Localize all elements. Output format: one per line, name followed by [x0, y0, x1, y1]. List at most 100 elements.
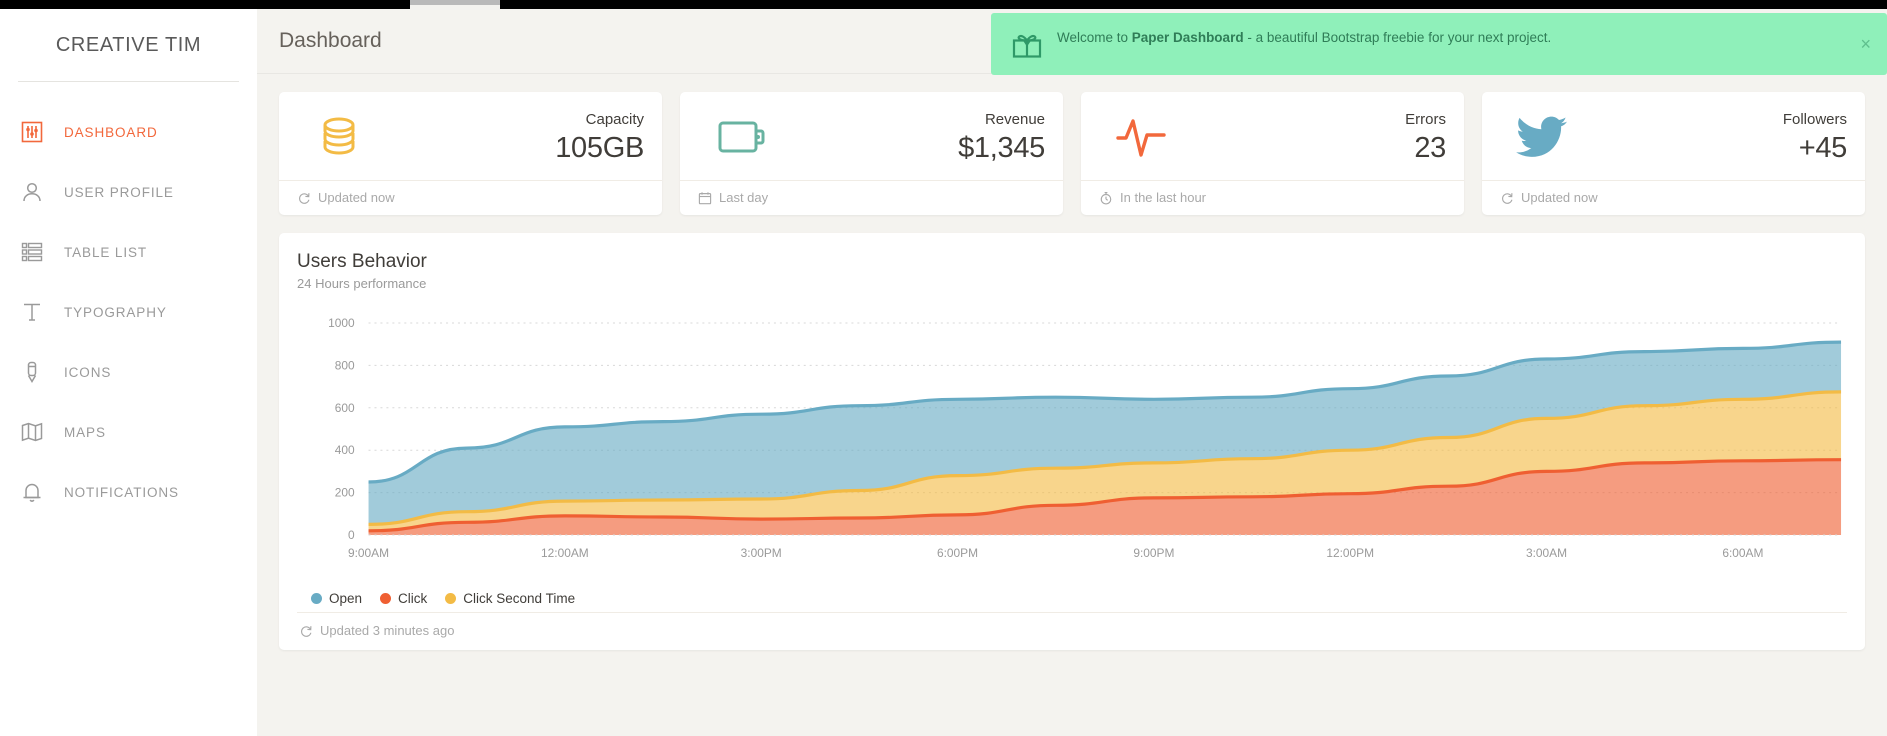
legend-label: Click [398, 591, 428, 606]
legend-item[interactable]: Open [311, 591, 362, 606]
stat-values: Capacity 105GB [381, 110, 644, 166]
welcome-alert: Welcome to Paper Dashboard - a beautiful… [991, 13, 1887, 75]
stat-body: Followers +45 [1482, 92, 1865, 180]
database-icon [297, 111, 381, 165]
browser-chrome-strip-right [500, 0, 1887, 9]
user-icon [20, 180, 64, 204]
stat-label: Capacity [585, 111, 644, 128]
sidebar-item-notifications[interactable]: NOTIFICATIONS [0, 462, 257, 522]
sidebar: CREATIVE TIM DASHBOARD USER PROFILE TABL… [0, 9, 257, 736]
sidebar-item-dashboard[interactable]: DASHBOARD [0, 102, 257, 162]
refresh-icon [299, 624, 313, 638]
stat-values: Revenue $1,345 [782, 110, 1045, 166]
dashboard-screen: CREATIVE TIM DASHBOARD USER PROFILE TABL… [0, 0, 1887, 736]
content-area: Capacity 105GB Updated now Revenue $1,34… [257, 74, 1887, 650]
alert-bold: Paper Dashboard [1131, 30, 1244, 45]
list-icon [20, 240, 64, 264]
x-axis-tick-label: 6:00PM [937, 546, 978, 560]
alert-prefix: Welcome to [1057, 30, 1132, 45]
stat-label: Errors [1405, 111, 1446, 128]
stat-footer: In the last hour [1081, 180, 1464, 215]
stat-footer-text: In the last hour [1120, 190, 1206, 205]
x-axis-tick-label: 12:00PM [1326, 546, 1374, 560]
sidebar-nav: DASHBOARD USER PROFILE TABLE LIST TYPOGR… [0, 82, 257, 522]
x-axis-tick-label: 9:00PM [1133, 546, 1174, 560]
stat-footer-text: Updated now [318, 190, 395, 205]
stat-footer: Last day [680, 180, 1063, 215]
map-icon [20, 420, 64, 444]
stat-value: 23 [1414, 132, 1446, 164]
legend-label: Click Second Time [463, 591, 576, 606]
stat-card-revenue[interactable]: Revenue $1,345 Last day [680, 92, 1063, 215]
bell-icon [20, 480, 64, 504]
stat-values: Errors 23 [1183, 110, 1446, 166]
legend-item[interactable]: Click Second Time [445, 591, 575, 606]
stat-card-followers[interactable]: Followers +45 Updated now [1482, 92, 1865, 215]
chart-footer-text: Updated 3 minutes ago [320, 623, 455, 638]
chart-plot: 0 200 400 600 800 1000 9:00AM 12:00AM 3:00PM 6:00… [297, 309, 1847, 577]
sidebar-item-maps[interactable]: MAPS [0, 402, 257, 462]
stat-footer-text: Last day [719, 190, 769, 205]
sidebar-item-label: DASHBOARD [64, 124, 158, 140]
sidebar-item-label: NOTIFICATIONS [64, 484, 179, 500]
sidebar-item-label: ICONS [64, 364, 112, 380]
legend-color-swatch [380, 593, 392, 604]
area-chart-svg: 0 200 400 600 800 1000 9:00AM 12:00AM 3:00PM 6:00… [328, 316, 1842, 560]
stat-cards-row: Capacity 105GB Updated now Revenue $1,34… [279, 92, 1865, 215]
x-axis-tick-label: 9:00AM [348, 546, 389, 560]
legend-color-swatch [445, 593, 457, 604]
stat-body: Errors 23 [1081, 92, 1464, 180]
calendar-icon [698, 191, 712, 205]
x-axis-tick-label: 12:00AM [541, 546, 589, 560]
refresh-icon [1500, 191, 1514, 205]
close-icon[interactable]: × [1860, 35, 1871, 53]
main-area: Dashboard Capacity 105GB Updated now Rev… [257, 9, 1887, 736]
chart-subtitle: 24 Hours performance [297, 276, 427, 291]
browser-chrome-strip-mid [410, 0, 500, 5]
stat-value: $1,345 [958, 132, 1045, 164]
stat-footer: Updated now [1482, 180, 1865, 215]
sidebar-item-icons[interactable]: ICONS [0, 342, 257, 402]
x-axis-tick-label: 6:00AM [1722, 546, 1763, 560]
pulse-icon [1099, 113, 1183, 163]
sidebar-item-label: TABLE LIST [64, 244, 148, 260]
stat-card-capacity[interactable]: Capacity 105GB Updated now [279, 92, 662, 215]
stat-label: Revenue [984, 111, 1045, 128]
stat-body: Capacity 105GB [279, 92, 662, 180]
sidebar-item-label: USER PROFILE [64, 184, 174, 200]
clock-icon [1099, 191, 1113, 205]
stat-value: 105GB [555, 132, 644, 164]
sidebar-item-table-list[interactable]: TABLE LIST [0, 222, 257, 282]
chart-title: Users Behavior [297, 251, 427, 272]
users-behavior-chart-card: Users Behavior 24 Hours performance 0 200… [279, 233, 1865, 650]
stat-value: +45 [1798, 132, 1848, 164]
alert-message: Welcome to Paper Dashboard - a beautiful… [1047, 26, 1551, 47]
sidebar-item-typography[interactable]: TYPOGRAPHY [0, 282, 257, 342]
stat-footer-text: Updated now [1521, 190, 1598, 205]
twitter-icon [1500, 115, 1584, 161]
refresh-icon [297, 191, 311, 205]
pencil-icon [20, 360, 64, 384]
page-title: Dashboard [279, 29, 382, 52]
sidebar-item-user-profile[interactable]: USER PROFILE [0, 162, 257, 222]
alert-suffix: - a beautiful Bootstrap freebie for your… [1243, 30, 1552, 45]
wallet-icon [698, 113, 782, 163]
y-axis-tick-label: 0 [348, 528, 355, 542]
sidebar-item-label: TYPOGRAPHY [64, 304, 167, 320]
sliders-icon [20, 120, 64, 144]
chart-footer: Updated 3 minutes ago [297, 612, 1847, 650]
stat-card-errors[interactable]: Errors 23 In the last hour [1081, 92, 1464, 215]
legend-item[interactable]: Click [380, 591, 427, 606]
stat-footer: Updated now [279, 180, 662, 215]
y-axis-tick-label: 400 [335, 443, 355, 457]
text-icon [20, 300, 64, 324]
gift-icon [1007, 26, 1047, 60]
x-axis-tick-label: 3:00PM [741, 546, 782, 560]
y-axis-tick-label: 800 [335, 358, 355, 372]
x-axis-tick-label: 3:00AM [1526, 546, 1567, 560]
y-axis-tick-label: 600 [335, 401, 355, 415]
stat-values: Followers +45 [1584, 110, 1847, 166]
stat-body: Revenue $1,345 [680, 92, 1063, 180]
browser-chrome-strip-left [0, 0, 410, 9]
brand-logo[interactable]: CREATIVE TIM [0, 9, 257, 81]
